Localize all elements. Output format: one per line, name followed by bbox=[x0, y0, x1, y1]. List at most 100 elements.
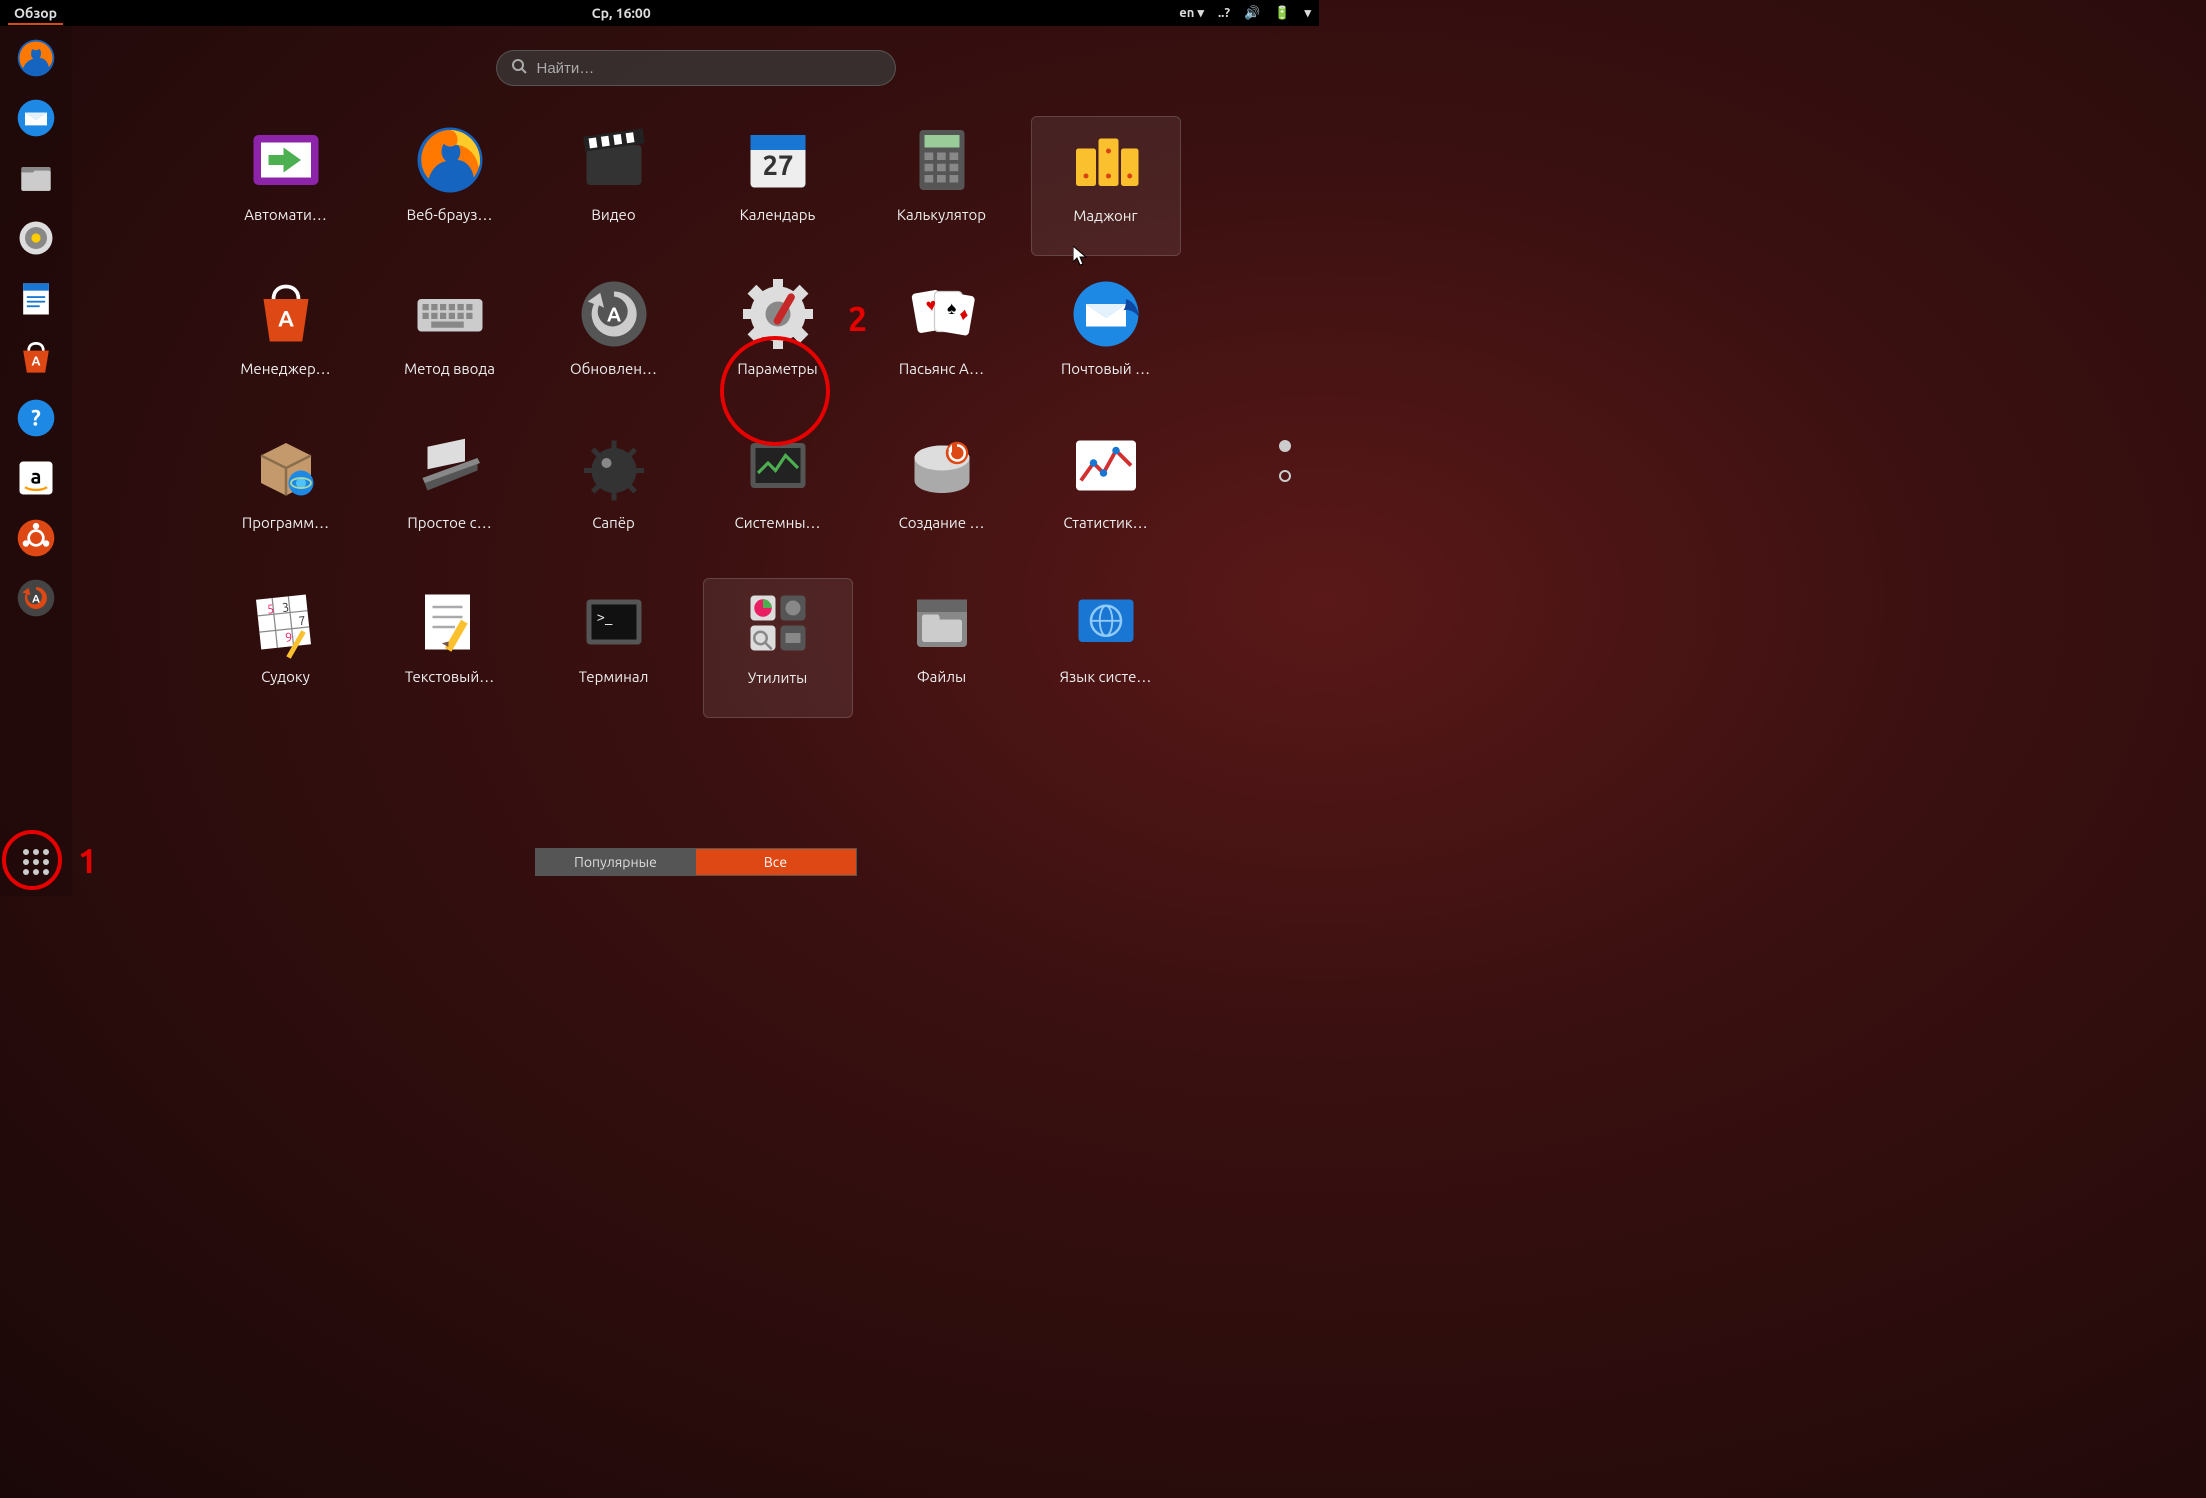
app-calculator[interactable]: Калькулятор bbox=[867, 116, 1017, 256]
app-label: Простое с… bbox=[407, 514, 491, 531]
app-startup-disk[interactable]: Создание … bbox=[867, 424, 1017, 564]
dock-updater[interactable]: A bbox=[10, 572, 62, 624]
thunderbird-icon bbox=[1066, 274, 1146, 354]
app-sudoku[interactable]: 5379 Судоку bbox=[211, 578, 361, 718]
svg-text:3: 3 bbox=[281, 600, 289, 615]
svg-text:A: A bbox=[32, 594, 40, 606]
search-input[interactable] bbox=[537, 60, 881, 77]
app-language[interactable]: Язык систе… bbox=[1031, 578, 1181, 718]
dock-firefox[interactable] bbox=[10, 32, 62, 84]
app-label: Статистик… bbox=[1063, 514, 1147, 531]
input-lang-indicator[interactable]: en ▾ bbox=[1179, 6, 1204, 21]
top-bar: Обзор Ср, 16:00 en ▾ ..? 🔊 🔋 ▾ bbox=[0, 0, 1319, 26]
app-label: Язык систе… bbox=[1060, 668, 1152, 685]
app-terminal[interactable]: >_ Терминал bbox=[539, 578, 689, 718]
svg-text:♠: ♠ bbox=[947, 299, 956, 318]
app-autologin[interactable]: Автомати… bbox=[211, 116, 361, 256]
app-power-stats[interactable]: Статистик… bbox=[1031, 424, 1181, 564]
app-label: Сапёр bbox=[592, 514, 635, 531]
dock-thunderbird[interactable] bbox=[10, 92, 62, 144]
keyboard-icon bbox=[410, 274, 490, 354]
mahjong-icon bbox=[1066, 121, 1146, 201]
utilities-icon bbox=[738, 583, 818, 663]
app-text-editor[interactable]: Текстовый… bbox=[375, 578, 525, 718]
disk-icon bbox=[902, 428, 982, 508]
app-system-monitor[interactable]: Системны… bbox=[703, 424, 853, 564]
app-label: Календарь bbox=[740, 206, 816, 223]
text-icon bbox=[410, 582, 490, 662]
app-package[interactable]: Программ… bbox=[211, 424, 361, 564]
search-box[interactable] bbox=[496, 50, 896, 86]
app-label: Метод ввода bbox=[404, 360, 495, 377]
app-software-manager[interactable]: A Менеджер… bbox=[211, 270, 361, 410]
show-apps-button[interactable] bbox=[10, 836, 62, 888]
page-dot-2[interactable] bbox=[1279, 470, 1291, 482]
page-dot-1[interactable] bbox=[1279, 440, 1291, 452]
app-overview: Автомати… Веб-брауз… Видео 27 Календарь … bbox=[72, 26, 1319, 896]
system-menu-caret[interactable]: ▾ bbox=[1304, 6, 1311, 21]
dock-ubuntu[interactable] bbox=[10, 512, 62, 564]
dock-help[interactable]: ? bbox=[10, 392, 62, 444]
app-label: Параметры bbox=[737, 360, 817, 377]
scanner-icon bbox=[410, 428, 490, 508]
app-utilities[interactable]: Утилиты bbox=[703, 578, 853, 718]
sudoku-icon: 5379 bbox=[246, 582, 326, 662]
files-icon bbox=[902, 582, 982, 662]
package-icon bbox=[246, 428, 326, 508]
dock-software[interactable]: A bbox=[10, 332, 62, 384]
app-updater[interactable]: A Обновлен… bbox=[539, 270, 689, 410]
view-tabs: Популярные Все bbox=[535, 848, 857, 876]
app-label: Обновлен… bbox=[570, 360, 657, 377]
app-label: Утилиты bbox=[748, 669, 807, 686]
network-icon[interactable]: ..? bbox=[1218, 6, 1230, 20]
app-solitaire[interactable]: ♥♠♦ Пасьянс А… bbox=[867, 270, 1017, 410]
app-label: Создание … bbox=[899, 514, 985, 531]
app-grid: Автомати… Веб-брауз… Видео 27 Календарь … bbox=[211, 116, 1181, 718]
mines-icon bbox=[574, 428, 654, 508]
app-simple-scan[interactable]: Простое с… bbox=[375, 424, 525, 564]
app-label: Файлы bbox=[917, 668, 966, 685]
dock-amazon[interactable]: a bbox=[10, 452, 62, 504]
svg-text:7: 7 bbox=[297, 614, 305, 629]
app-label: Маджонг bbox=[1073, 207, 1137, 224]
video-icon bbox=[574, 120, 654, 200]
app-label: Пасьянс А… bbox=[899, 360, 984, 377]
dock-rhythmbox[interactable] bbox=[10, 212, 62, 264]
app-settings[interactable]: Параметры bbox=[703, 270, 853, 410]
app-label: Программ… bbox=[242, 514, 329, 531]
app-input-method[interactable]: Метод ввода bbox=[375, 270, 525, 410]
dock-files[interactable] bbox=[10, 152, 62, 204]
svg-text:?: ? bbox=[31, 405, 41, 430]
firefox-icon bbox=[410, 120, 490, 200]
updater-icon: A bbox=[574, 274, 654, 354]
tab-all[interactable]: Все bbox=[696, 849, 856, 875]
dock: A ? a A bbox=[0, 26, 72, 896]
software-icon: A bbox=[246, 274, 326, 354]
svg-text:A: A bbox=[31, 354, 40, 368]
app-label: Видео bbox=[591, 206, 635, 223]
solitaire-icon: ♥♠♦ bbox=[902, 274, 982, 354]
battery-icon[interactable]: 🔋 bbox=[1274, 6, 1290, 21]
calendar-icon: 27 bbox=[738, 120, 818, 200]
svg-text:A: A bbox=[278, 307, 294, 332]
volume-icon[interactable]: 🔊 bbox=[1244, 6, 1260, 21]
terminal-icon: >_ bbox=[574, 582, 654, 662]
activities-button[interactable]: Обзор bbox=[8, 3, 63, 25]
app-videos[interactable]: Видео bbox=[539, 116, 689, 256]
tab-popular[interactable]: Популярные bbox=[536, 849, 696, 875]
app-calendar[interactable]: 27 Календарь bbox=[703, 116, 853, 256]
app-thunderbird[interactable]: Почтовый … bbox=[1031, 270, 1181, 410]
app-mahjong[interactable]: Маджонг bbox=[1031, 116, 1181, 256]
app-label: Судоку bbox=[261, 668, 310, 685]
stats-icon bbox=[1066, 428, 1146, 508]
app-label: Текстовый… bbox=[405, 668, 494, 685]
app-mines[interactable]: Сапёр bbox=[539, 424, 689, 564]
app-label: Менеджер… bbox=[240, 360, 330, 377]
clock[interactable]: Ср, 16:00 bbox=[63, 5, 1179, 21]
svg-text:A: A bbox=[606, 303, 620, 326]
language-icon bbox=[1066, 582, 1146, 662]
app-label: Терминал bbox=[579, 668, 649, 685]
dock-writer[interactable] bbox=[10, 272, 62, 324]
app-files[interactable]: Файлы bbox=[867, 578, 1017, 718]
app-firefox[interactable]: Веб-брауз… bbox=[375, 116, 525, 256]
